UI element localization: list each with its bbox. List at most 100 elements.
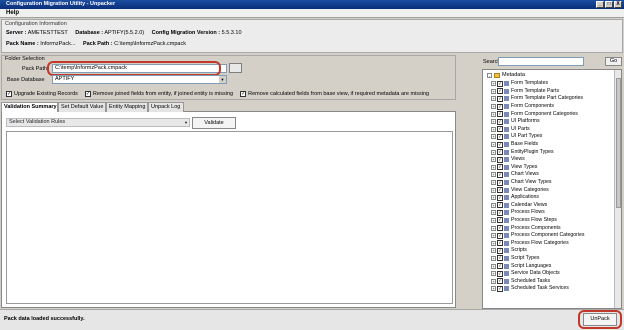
- checkbox-icon[interactable]: ✓: [497, 270, 503, 277]
- tab-unpack-log[interactable]: Unpack Log: [148, 102, 184, 112]
- remove-calculated-option[interactable]: ✓ Remove calculated fields from base view…: [240, 91, 429, 97]
- checkbox-icon[interactable]: ✓: [497, 240, 503, 247]
- checkbox-icon[interactable]: ✓: [497, 217, 503, 224]
- expand-icon[interactable]: +: [491, 278, 496, 284]
- checkbox-icon[interactable]: ✓: [497, 171, 503, 178]
- tree-scrollbar[interactable]: [614, 70, 621, 308]
- upgrade-existing-option[interactable]: ✓ Upgrade Existing Records: [6, 91, 78, 97]
- tree-item[interactable]: + ✓ Process Flows: [491, 209, 613, 217]
- tree-item[interactable]: + ✓ Views: [491, 156, 613, 164]
- expand-icon[interactable]: +: [491, 240, 496, 246]
- expand-icon[interactable]: +: [491, 126, 496, 132]
- expand-icon[interactable]: +: [491, 202, 496, 208]
- remove-joined-option[interactable]: ✓ Remove joined fields from entity, if jo…: [84, 91, 233, 97]
- scroll-thumb[interactable]: [616, 78, 621, 208]
- tree-item[interactable]: + ✓ Chart View Types: [491, 179, 613, 187]
- tree-item[interactable]: + ✓ Form Component Categories: [491, 110, 613, 118]
- tree-item[interactable]: + ✓ View Categories: [491, 186, 613, 194]
- expand-icon[interactable]: +: [491, 119, 496, 125]
- expand-icon[interactable]: +: [491, 187, 496, 193]
- checkbox-icon[interactable]: ✓: [497, 149, 503, 156]
- expand-icon[interactable]: +: [491, 233, 496, 239]
- checkbox-icon[interactable]: ✓: [497, 141, 503, 148]
- checkbox-icon[interactable]: ✓: [497, 133, 503, 140]
- tab-validation-summary[interactable]: Validation Summary: [1, 102, 58, 112]
- checkbox-icon[interactable]: ✓: [497, 285, 503, 292]
- checkbox-icon[interactable]: ✓: [497, 247, 503, 254]
- expand-icon[interactable]: +: [491, 142, 496, 148]
- checkbox-icon[interactable]: ✓: [497, 255, 503, 262]
- menu-help[interactable]: Help: [6, 10, 19, 16]
- validate-button[interactable]: Validate: [192, 117, 236, 129]
- tree-item[interactable]: + ✓ Service Data Objects: [491, 270, 613, 278]
- expand-icon[interactable]: +: [491, 134, 496, 140]
- checkbox-icon[interactable]: ✓: [497, 88, 503, 95]
- checkbox-icon[interactable]: ✓: [497, 179, 503, 186]
- expand-icon[interactable]: +: [491, 271, 496, 277]
- expand-icon[interactable]: +: [491, 195, 496, 201]
- tree-item[interactable]: + ✓ UI Parts: [491, 126, 613, 134]
- expand-icon[interactable]: +: [491, 255, 496, 261]
- tree-item[interactable]: + ✓ Chart Views: [491, 171, 613, 179]
- expand-icon[interactable]: +: [491, 248, 496, 254]
- tree-item[interactable]: + ✓ Scheduled Tasks: [491, 277, 613, 285]
- tree-item[interactable]: + ✓ Process Flow Categories: [491, 239, 613, 247]
- checkbox-icon[interactable]: ✓: [497, 263, 503, 270]
- go-button[interactable]: Go: [605, 57, 622, 66]
- checkbox-icon[interactable]: ✓: [497, 225, 503, 232]
- unpack-button[interactable]: UnPack: [583, 313, 617, 326]
- checkbox-icon[interactable]: ✓: [497, 187, 503, 194]
- tree-item[interactable]: + ✓ Form Components: [491, 103, 613, 111]
- expand-icon[interactable]: +: [491, 81, 496, 87]
- tree-item[interactable]: + ✓ Calendar Views: [491, 202, 613, 210]
- tree-root[interactable]: - Metadata: [487, 72, 525, 78]
- tree-item[interactable]: + ✓ UI Platforms: [491, 118, 613, 126]
- panel-splitter[interactable]: [457, 55, 478, 309]
- expand-icon[interactable]: +: [491, 172, 496, 178]
- expand-icon[interactable]: +: [491, 157, 496, 163]
- expand-icon[interactable]: +: [491, 164, 496, 170]
- tree-item[interactable]: + ✓ Process Component Categories: [491, 232, 613, 240]
- checkbox-icon[interactable]: ✓: [497, 80, 503, 87]
- browse-button[interactable]: [229, 63, 242, 73]
- collapse-icon[interactable]: -: [487, 72, 492, 78]
- checkbox-icon[interactable]: ✓: [497, 202, 503, 209]
- tree-item[interactable]: + ✓ Base Fields: [491, 141, 613, 149]
- expand-icon[interactable]: +: [491, 217, 496, 223]
- checkbox-icon[interactable]: ✓: [84, 91, 91, 97]
- expand-icon[interactable]: +: [491, 149, 496, 155]
- tree-item[interactable]: + ✓ Script Languages: [491, 262, 613, 270]
- validation-rules-select[interactable]: Select Validation Rules ▼: [6, 118, 190, 127]
- expand-icon[interactable]: +: [491, 88, 496, 94]
- tree-item[interactable]: + ✓ Form Template Parts: [491, 88, 613, 96]
- checkbox-icon[interactable]: ✓: [497, 232, 503, 239]
- expand-icon[interactable]: +: [491, 104, 496, 110]
- tab-set-default-value[interactable]: Set Default Value: [58, 102, 106, 112]
- checkbox-icon[interactable]: ✓: [497, 194, 503, 201]
- expand-icon[interactable]: +: [491, 263, 496, 269]
- tree-item[interactable]: + ✓ Form Templates: [491, 80, 613, 88]
- search-input[interactable]: [498, 57, 584, 66]
- expand-icon[interactable]: +: [491, 225, 496, 231]
- checkbox-icon[interactable]: ✓: [497, 111, 503, 118]
- expand-icon[interactable]: +: [491, 111, 496, 117]
- expand-icon[interactable]: +: [491, 286, 496, 292]
- checkbox-icon[interactable]: ✓: [497, 209, 503, 216]
- checkbox-icon[interactable]: ✓: [497, 126, 503, 133]
- base-database-select[interactable]: APTIFY ▼: [52, 75, 227, 84]
- checkbox-icon[interactable]: ✓: [497, 278, 503, 285]
- tree-item[interactable]: + ✓ Applications: [491, 194, 613, 202]
- expand-icon[interactable]: +: [491, 180, 496, 186]
- checkbox-icon[interactable]: ✓: [240, 91, 247, 97]
- tree-item[interactable]: + ✓ Process Flow Steps: [491, 217, 613, 225]
- tree-item[interactable]: + ✓ Form Template Part Categories: [491, 95, 613, 103]
- tree-item[interactable]: + ✓ EntityPlugin Types: [491, 148, 613, 156]
- checkbox-icon[interactable]: ✓: [497, 118, 503, 125]
- tab-entity-mapping[interactable]: Entity Mapping: [106, 102, 148, 112]
- expand-icon[interactable]: +: [491, 210, 496, 216]
- tree-item[interactable]: + ✓ UI Part Types: [491, 133, 613, 141]
- tree-item[interactable]: + ✓ Script Types: [491, 255, 613, 263]
- tree-item[interactable]: + ✓ Scripts: [491, 247, 613, 255]
- tree-item[interactable]: + ✓ Scheduled Task Services: [491, 285, 613, 293]
- maximize-button[interactable]: □: [605, 1, 613, 8]
